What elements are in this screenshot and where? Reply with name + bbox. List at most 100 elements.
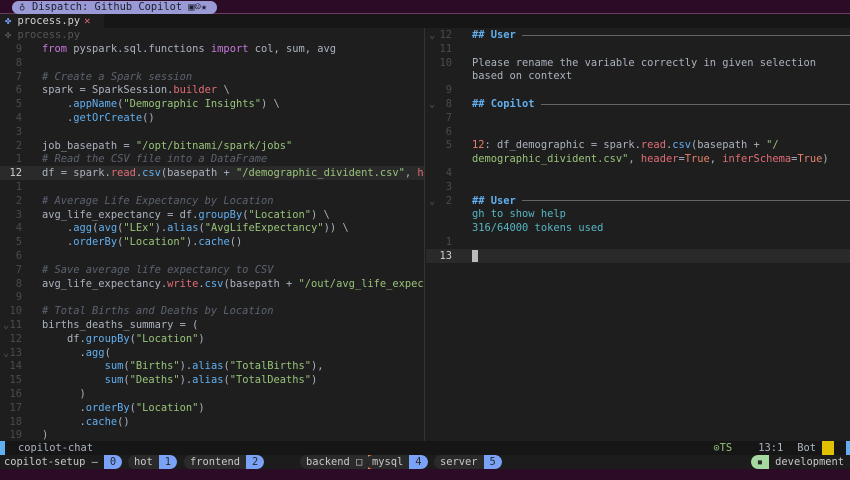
left_pane-line: 12 df.groupBy("Location") <box>0 332 424 346</box>
token: csv <box>142 167 161 180</box>
line-number: 8 <box>445 98 452 110</box>
text-cursor <box>472 249 478 262</box>
left_pane-line: 16 ) <box>0 387 424 401</box>
left_pane-line: 1 <box>0 180 424 194</box>
tmux-window-server[interactable]: server 5 <box>434 455 502 469</box>
header-rule <box>521 200 850 202</box>
token: () <box>142 112 155 124</box>
right_pane-line: gh to show help <box>426 207 850 221</box>
token: ## User <box>472 29 516 41</box>
left_pane-line: 2 job_basepath = "/opt/bitnami/spark/jobs… <box>0 139 424 153</box>
token: job_basepath = <box>42 139 136 152</box>
right_pane-line: demographic_divident.csv", header=True, … <box>426 152 850 166</box>
token: from <box>42 43 74 55</box>
left_pane-line: 5 .appName("Demographic Insights") \ <box>0 97 424 111</box>
token: . <box>42 415 86 428</box>
tabline: ✤ process.py ✕ <box>0 14 850 28</box>
right_pane-line: 11 <box>426 42 850 56</box>
code-text: demographic_divident.csv", header=True, … <box>472 152 829 166</box>
line-number: 6 <box>15 250 22 262</box>
header-rule <box>521 34 850 36</box>
token: 316/64000 tokens used <box>472 222 604 235</box>
token: appName <box>73 98 118 111</box>
code-text: .agg( <box>42 346 111 360</box>
token: ) \ <box>311 208 330 221</box>
code-text: sum("Births").alias("TotalBirths"), <box>42 359 324 373</box>
token: orderBy <box>73 236 118 249</box>
line-number: 12 <box>9 167 22 180</box>
mode-indicator <box>0 441 5 455</box>
line-number: 13 <box>9 346 22 359</box>
status-filename: copilot-chat <box>18 442 94 454</box>
tmux-host: ▪ development <box>750 455 850 469</box>
line-number: 1 <box>445 236 452 248</box>
right_pane-line: 10 Please rename the variable correctly i… <box>426 56 850 70</box>
token: 12 <box>472 139 485 152</box>
line-number: 1 <box>15 153 22 166</box>
token: ). <box>179 374 193 387</box>
token: "AvgLifeExpectancy" <box>204 222 324 235</box>
token: ## Copilot <box>472 98 535 110</box>
left_pane-line: 9 from pyspark.sql.functions import col, … <box>0 42 424 56</box>
left_pane-line: 7 # Create a Spark session <box>0 70 424 84</box>
editor-pane[interactable]: ✤ process.py 9 from pyspark.sql.functions… <box>0 28 425 441</box>
token: "Location" <box>123 236 186 249</box>
token: # Save average life expectancy to CSV <box>42 263 274 276</box>
window-index: 2 <box>246 455 265 469</box>
token: "/demographic_divident.csv" <box>235 167 405 180</box>
window-index: 4 <box>409 455 428 469</box>
token: # Total Births and Deaths by Location <box>42 305 274 318</box>
right_pane-line: 316/64000 tokens used <box>426 221 850 235</box>
line-number: 5 <box>445 139 452 152</box>
window-name: hot <box>128 455 159 469</box>
left_pane-line: 3 avg_life_expectancy = df.groupBy("Locat… <box>0 208 424 222</box>
token: gh to show help <box>472 208 566 221</box>
token: ) <box>42 429 49 441</box>
title-bar: ♁ Dispatch: Github Copilot ▣☺★ <box>0 0 850 14</box>
title-pill: ♁ Dispatch: Github Copilot ▣☺★ <box>12 1 218 14</box>
close-icon[interactable]: ✕ <box>84 15 90 27</box>
token: ) <box>198 332 205 345</box>
tmux-window-mysql[interactable]: mysql 4 <box>366 455 428 469</box>
right_pane-line: ⌄ 8 ## Copilot <box>426 97 850 111</box>
left_pane-line: 8 <box>0 56 424 70</box>
terminal-icon: ▪ <box>750 455 770 469</box>
token: # Average Life Expectancy by Location <box>42 194 274 207</box>
code-text: sum("Deaths").alias("TotalDeaths") <box>42 373 318 387</box>
token: orderBy <box>85 401 130 414</box>
line-number: 4 <box>445 167 452 179</box>
right_pane-line: 7 <box>426 111 850 125</box>
left_pane-line: 3 <box>0 125 424 139</box>
line-number: 4 <box>15 222 22 235</box>
token: \ <box>217 84 230 97</box>
line-number: 14 <box>9 360 22 373</box>
tab-process-py[interactable]: ✤ process.py ✕ <box>0 14 104 28</box>
line-number: 10 <box>439 56 452 69</box>
line-number: 7 <box>15 70 22 83</box>
token: . <box>42 401 86 414</box>
code-text: births_deaths_summary = ( <box>42 318 198 332</box>
mode-end <box>846 441 850 455</box>
token: alias <box>192 360 224 373</box>
window-name: server <box>434 455 484 469</box>
tmux-window-frontend[interactable]: frontend 2 <box>184 455 265 469</box>
tmux-window-hot[interactable]: hot 1 <box>128 455 178 469</box>
tux-icon: ♁ <box>19 1 26 13</box>
winbar: ✤ process.py <box>0 28 424 42</box>
token: # Read the CSV file into a DataFrame <box>42 153 268 166</box>
python-icon: ✤ <box>5 15 12 27</box>
token: alias <box>192 374 224 387</box>
line-number: 9 <box>15 291 22 304</box>
token: ). <box>179 360 193 373</box>
window-name: mysql <box>366 455 410 469</box>
line-number: 17 <box>9 401 22 414</box>
left_pane-line: 15 sum("Deaths").alias("TotalDeaths") <box>0 373 424 387</box>
bottom-bar <box>0 469 850 480</box>
token: csv <box>204 277 224 290</box>
code-text: # Create a Spark session <box>42 70 192 84</box>
left_pane-line: 4 .getOrCreate() <box>0 111 424 125</box>
token: "Births" <box>129 360 180 373</box>
copilot-chat-pane[interactable]: ⌄ 12 ## User 11 10 Please rename the variable… <box>426 28 850 441</box>
token: write <box>167 277 199 290</box>
